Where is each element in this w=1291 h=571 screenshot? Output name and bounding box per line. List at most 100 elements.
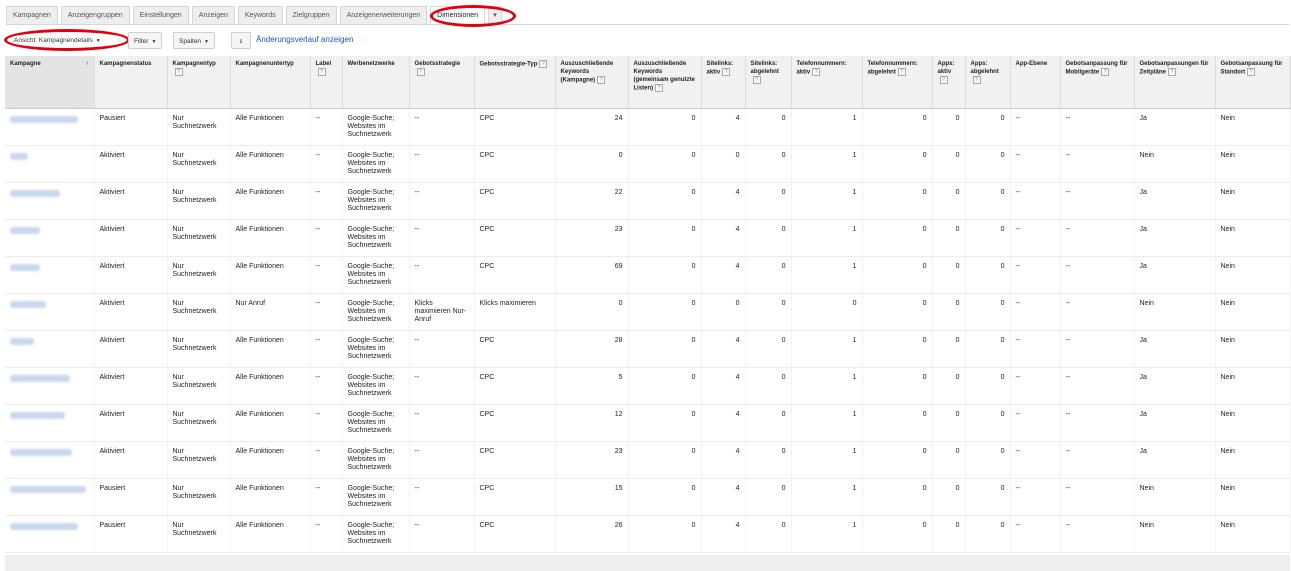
table-cell: Klicks maximieren (474, 293, 556, 331)
redacted-campaign-name (10, 300, 46, 308)
column-header[interactable]: Gebotsstrategie-Typ? (474, 56, 556, 109)
campaign-name-link[interactable] (5, 256, 95, 294)
tab-more-button[interactable]: ▾ (488, 6, 503, 24)
filter-button[interactable]: Filter ▼ (128, 32, 163, 49)
column-header[interactable]: Gebotsstrategie? (409, 56, 475, 109)
chevron-down-icon: ▼ (151, 39, 157, 45)
table-cell: 26 (555, 515, 629, 553)
campaign-name-link[interactable] (5, 219, 95, 257)
table-row[interactable]: Aktiviert Nur Suchnetzwerk Alle Funktionen… (5, 256, 1291, 294)
help-icon[interactable]: ? (1167, 68, 1176, 76)
table-cell: -- (1060, 515, 1135, 553)
tab-zielgruppen[interactable]: Zielgruppen (285, 6, 337, 24)
column-header[interactable]: Auszuschließende Keywords (gemeinsam gen… (628, 56, 702, 109)
column-header[interactable]: ↑ Kampagne (5, 56, 95, 109)
table-cell: 1 (791, 330, 863, 368)
column-header[interactable]: Kampagnenstatus (94, 56, 168, 109)
help-icon[interactable]: ? (1247, 68, 1256, 76)
help-icon[interactable]: ? (812, 68, 821, 76)
column-header[interactable]: App-Ebene (1010, 56, 1061, 109)
table-cell: -- (1060, 441, 1135, 479)
column-header[interactable]: Telefonnummern: abgelehnt? (862, 56, 933, 109)
help-icon[interactable]: ? (1101, 68, 1110, 76)
table-row[interactable]: Aktiviert Nur Suchnetzwerk Alle Funktionen… (5, 367, 1291, 405)
column-header[interactable]: Sitelinks: aktiv? (701, 56, 746, 109)
column-header[interactable]: Kampagnentyp? (167, 56, 231, 109)
change-history-link[interactable]: Änderungsverlauf anzeigen (256, 35, 353, 44)
campaign-name-link[interactable] (5, 478, 95, 516)
table-cell: -- (310, 256, 343, 294)
help-icon[interactable]: ? (897, 68, 906, 76)
help-icon[interactable]: ? (655, 84, 664, 92)
column-header[interactable]: Gebotsanpassung für Standort? (1215, 56, 1291, 109)
table-cell: 12 (555, 404, 629, 442)
help-icon[interactable]: ? (416, 68, 425, 76)
campaign-name-link[interactable] (5, 367, 95, 405)
column-header[interactable]: Gebotsanpassung für Mobilgeräte? (1060, 56, 1135, 109)
tab-anzeigen[interactable]: Anzeigen (191, 6, 235, 24)
campaign-name-link[interactable] (5, 145, 95, 183)
columns-button[interactable]: Spalten ▼ (173, 32, 215, 49)
column-header-label: Telefonnummern: aktiv (796, 61, 847, 76)
table-row[interactable]: Pausiert Nur Suchnetzwerk Alle Funktionen -… (5, 478, 1291, 516)
table-row[interactable]: Aktiviert Nur Suchnetzwerk Alle Funktionen… (5, 219, 1291, 257)
table-cell: 24 (555, 108, 629, 146)
tab-einstellungen[interactable]: Einstellungen (132, 6, 189, 24)
column-header-label: Auszuschließende Keywords (gemeinsam gen… (633, 61, 695, 92)
table-cell: Nein (1215, 330, 1291, 368)
table-cell: Nur Suchnetzwerk (167, 404, 231, 442)
campaign-name-link[interactable] (5, 293, 95, 331)
column-header-label: Auszuschließende Keywords (Kampagne) (560, 61, 614, 84)
campaign-name-link[interactable] (5, 108, 95, 146)
tab-dimensionen[interactable]: Dimensionen (430, 6, 486, 24)
help-icon[interactable]: ? (317, 68, 326, 76)
table-cell: -- (1010, 293, 1061, 331)
column-header[interactable]: Apps: aktiv? (932, 56, 966, 109)
column-header[interactable]: Auszuschließende Keywords (Kampagne)? (555, 56, 629, 109)
table-row[interactable]: Aktiviert Nur Suchnetzwerk Nur Anruf -- Goog… (5, 293, 1291, 331)
column-header[interactable]: Telefonnummern: aktiv? (791, 56, 863, 109)
tab-keywords[interactable]: Keywords (237, 6, 283, 24)
campaign-name-link[interactable] (5, 182, 95, 220)
table-cell: -- (1060, 108, 1135, 146)
table-cell: -- (409, 404, 475, 442)
table-row[interactable]: Aktiviert Nur Suchnetzwerk Alle Funktionen… (5, 330, 1291, 368)
table-row[interactable]: Aktiviert Nur Suchnetzwerk Alle Funktionen… (5, 441, 1291, 479)
help-icon[interactable]: ? (174, 68, 183, 76)
help-icon[interactable]: ? (722, 68, 731, 76)
view-select-button[interactable]: Ansicht: Kampagnendetails ▼ (9, 32, 106, 49)
table-row[interactable]: Pausiert Nur Suchnetzwerk Alle Funktionen -… (5, 515, 1291, 553)
table-cell: 4 (701, 404, 746, 442)
help-icon[interactable]: ? (972, 76, 981, 84)
campaign-name-link[interactable] (5, 515, 95, 553)
help-icon[interactable]: ? (939, 76, 948, 84)
tab-kampagnen[interactable]: Kampagnen (6, 6, 58, 24)
table-cell: -- (1010, 256, 1061, 294)
table-row[interactable]: Pausiert Nur Suchnetzwerk Alle Funktionen -… (5, 108, 1291, 146)
help-icon[interactable]: ? (752, 76, 761, 84)
tab-anzeigengruppen[interactable]: Anzeigengruppen (60, 6, 130, 24)
help-icon[interactable]: ? (539, 60, 548, 68)
table-row[interactable]: Aktiviert Nur Suchnetzwerk Alle Funktionen… (5, 145, 1291, 183)
download-button[interactable]: ⭳ (231, 32, 251, 49)
campaign-name-link[interactable] (5, 404, 95, 442)
table-cell: -- (1060, 404, 1135, 442)
sort-ascending-icon[interactable]: ↑ (86, 60, 89, 68)
table-row[interactable]: Aktiviert Nur Suchnetzwerk Alle Funktionen… (5, 182, 1291, 220)
table-row[interactable]: Aktiviert Nur Suchnetzwerk Alle Funktionen… (5, 404, 1291, 442)
help-icon[interactable]: ? (597, 76, 606, 84)
table-cell: Google-Suche; Websites im Suchnetzwerk (342, 330, 410, 368)
column-header[interactable]: Kampagnenuntertyp (230, 56, 311, 109)
column-header[interactable]: Sitelinks: abgelehnt? (745, 56, 792, 109)
column-header[interactable]: Gebotsanpassungen für Zeitpläne? (1134, 56, 1216, 109)
tab-anzeigenerweiterungen[interactable]: Anzeigenerweiterungen (339, 6, 428, 24)
campaign-name-link[interactable] (5, 330, 95, 368)
table-cell: 4 (701, 219, 746, 257)
table-cell: -- (409, 256, 475, 294)
table-cell: 0 (862, 478, 933, 516)
column-header[interactable]: Werbenetzwerke (342, 56, 410, 109)
column-header[interactable]: Apps: abgelehnt? (965, 56, 1011, 109)
column-header[interactable]: Label? (310, 56, 343, 109)
campaign-name-link[interactable] (5, 441, 95, 479)
table-cell: 0 (965, 441, 1011, 479)
